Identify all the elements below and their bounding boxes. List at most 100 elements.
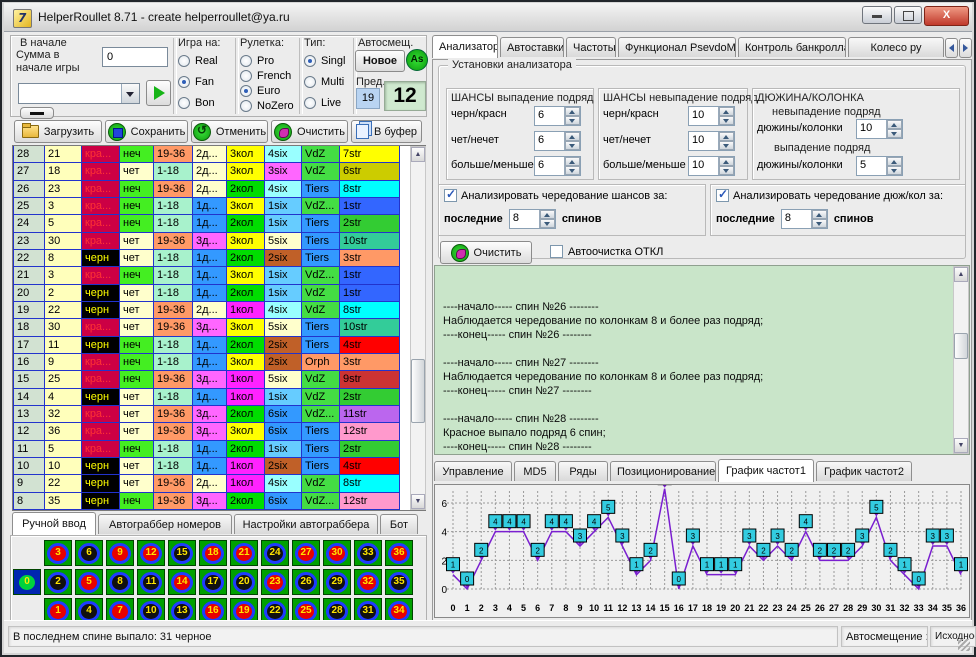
spinner-value[interactable]: 10 [689, 132, 718, 150]
alternation-chances-checkbox[interactable] [444, 189, 457, 202]
pad-number-23[interactable]: 23 [261, 569, 289, 595]
radio-option-bon[interactable]: Bon [178, 97, 220, 109]
radio-icon[interactable] [240, 70, 252, 82]
bottom-tab-4[interactable]: Позиционирование [610, 461, 716, 481]
spinner-value[interactable]: 8 [510, 210, 539, 228]
tab-scroll-right-icon[interactable] [959, 38, 972, 58]
table-row[interactable]: 835черннеч19-363д...2кол6sixVdZ...12str [14, 493, 410, 510]
pad-number-9[interactable]: 9 [106, 540, 134, 566]
analyzer-tab-4[interactable]: Функционал PsevdoMS [618, 37, 736, 57]
input-tab-2[interactable]: Автограббер номеров [98, 514, 232, 534]
table-row[interactable]: 144чернчет1-181д...1кол1sixVdZ2str [14, 389, 410, 406]
table-row[interactable]: 169кра...неч1-181д...3кол2sixOrph3str [14, 354, 410, 371]
radio-icon[interactable] [178, 76, 190, 88]
start-sum-input[interactable]: 0 [102, 47, 168, 67]
radio-option-singl[interactable]: Singl [304, 55, 345, 67]
spinner-down-icon[interactable] [565, 166, 580, 175]
spinner-value[interactable]: 10 [857, 120, 886, 138]
spinner-down-icon[interactable] [719, 141, 734, 150]
spinner-value[interactable]: 10 [689, 107, 718, 125]
close-button[interactable]: X [924, 6, 969, 26]
spinner-value[interactable]: 6 [535, 107, 564, 125]
spinner-down-icon[interactable] [540, 219, 555, 228]
radio-icon[interactable] [178, 55, 190, 67]
toolbar-open-folder-button[interactable]: Загрузить [14, 120, 102, 143]
pad-number-26[interactable]: 26 [292, 569, 320, 595]
radio-option-live[interactable]: Live [304, 97, 345, 109]
radio-option-pro[interactable]: Pro [240, 55, 294, 67]
table-row[interactable]: 1525кра...неч19-363д...1кол5sixVdZ9str [14, 371, 410, 388]
toolbar-save-button[interactable]: Сохранить [105, 120, 188, 143]
pad-number-17[interactable]: 17 [199, 569, 227, 595]
pad-number-27[interactable]: 27 [292, 540, 320, 566]
pad-number-0[interactable]: 0 [13, 569, 41, 595]
pad-number-33[interactable]: 33 [354, 540, 382, 566]
bottom-tab-1[interactable]: Управление [434, 461, 512, 481]
autoshift-as-icon[interactable]: As [406, 49, 428, 71]
spinner-value[interactable]: 6 [535, 132, 564, 150]
spinner-up-icon[interactable] [565, 132, 580, 141]
play-button[interactable] [146, 80, 171, 106]
pad-number-32[interactable]: 32 [354, 569, 382, 595]
table-row[interactable]: 228чернчет1-181д...2кол2sixTiers3str [14, 250, 410, 267]
spinner-down-icon[interactable] [719, 166, 734, 175]
radio-option-euro[interactable]: Euro [240, 85, 294, 97]
radio-option-real[interactable]: Real [178, 55, 220, 67]
spinner-up-icon[interactable] [812, 210, 827, 219]
pad-number-2[interactable]: 2 [44, 569, 72, 595]
pad-number-36[interactable]: 36 [385, 540, 413, 566]
bottom-tab-3[interactable]: Ряды [558, 461, 608, 481]
radio-option-french[interactable]: French [240, 70, 294, 82]
table-row[interactable]: 213кра...неч1-181д...3кол1sixVdZ...1str [14, 267, 410, 284]
spinner-down-icon[interactable] [887, 129, 902, 138]
alternation-dozen-checkbox[interactable] [716, 189, 729, 202]
pad-number-20[interactable]: 20 [230, 569, 258, 595]
spinner-up-icon[interactable] [719, 107, 734, 116]
spinner-value[interactable]: 10 [689, 157, 718, 175]
analyzer-tab-5[interactable]: Контроль банкролла [738, 37, 846, 57]
radio-icon[interactable] [304, 76, 316, 88]
table-row[interactable]: 2623кра...неч19-362д...2кол4sixTiers8str [14, 181, 410, 198]
pad-number-8[interactable]: 8 [106, 569, 134, 595]
radio-option-multi[interactable]: Multi [304, 76, 345, 88]
pad-number-15[interactable]: 15 [168, 540, 196, 566]
analyzer-log[interactable]: ----начало----- спин №26 --------Наблюда… [434, 265, 970, 455]
spinner-up-icon[interactable] [719, 132, 734, 141]
table-row[interactable]: 1830кра...чет19-363д...3кол5sixTiers10st… [14, 319, 410, 336]
spinner-up-icon[interactable] [565, 107, 580, 116]
spinner-up-icon[interactable] [887, 157, 902, 166]
spinner-down-icon[interactable] [719, 116, 734, 125]
pad-number-29[interactable]: 29 [323, 569, 351, 595]
minimize-button[interactable] [862, 6, 892, 24]
table-row[interactable]: 2821кра...неч19-362д...3кол4sixVdZ7str [14, 146, 410, 163]
spinner-up-icon[interactable] [887, 120, 902, 129]
table-row[interactable]: 922чернчет19-362д...1кол4sixVdZ8str [14, 475, 410, 492]
radio-icon[interactable] [240, 55, 252, 67]
table-row[interactable]: 1332кра...чет19-363д...2кол6sixVdZ...11s… [14, 406, 410, 423]
maximize-button[interactable] [894, 6, 922, 24]
new-button[interactable]: Новое [355, 50, 405, 72]
table-row[interactable]: 245кра...неч1-181д...2кол1sixTiers2str [14, 215, 410, 232]
table-row[interactable]: 1236кра...чет19-363д...3кол6sixTiers12st… [14, 423, 410, 440]
pad-number-21[interactable]: 21 [230, 540, 258, 566]
pad-number-6[interactable]: 6 [75, 540, 103, 566]
bottom-tab-6[interactable]: График частот2 [816, 461, 912, 481]
analyzer-clear-button[interactable]: Очистить [440, 241, 532, 264]
spinner-down-icon[interactable] [812, 219, 827, 228]
radio-option-nozero[interactable]: NoZero [240, 100, 294, 112]
table-row[interactable]: 2330кра...чет19-363д...3кол5sixTiers10st… [14, 233, 410, 250]
spinner-value[interactable]: 8 [782, 210, 811, 228]
input-tab-3[interactable]: Настройки автограббера [234, 514, 378, 534]
toolbar-copy-button[interactable]: В буфер [351, 120, 422, 143]
table-row[interactable]: 1922чернчет19-362д...1кол4sixVdZ8str [14, 302, 410, 319]
log-scrollbar[interactable]: ▲ ▼ [953, 266, 969, 454]
pad-number-24[interactable]: 24 [261, 540, 289, 566]
pad-number-14[interactable]: 14 [168, 569, 196, 595]
radio-icon[interactable] [304, 55, 316, 67]
spinner-up-icon[interactable] [565, 157, 580, 166]
pad-number-11[interactable]: 11 [137, 569, 165, 595]
input-tab-4[interactable]: Бот [380, 514, 418, 534]
spinner-value[interactable]: 5 [857, 157, 886, 175]
pad-number-35[interactable]: 35 [385, 569, 413, 595]
analyzer-tab-2[interactable]: Автоставки [500, 37, 564, 57]
